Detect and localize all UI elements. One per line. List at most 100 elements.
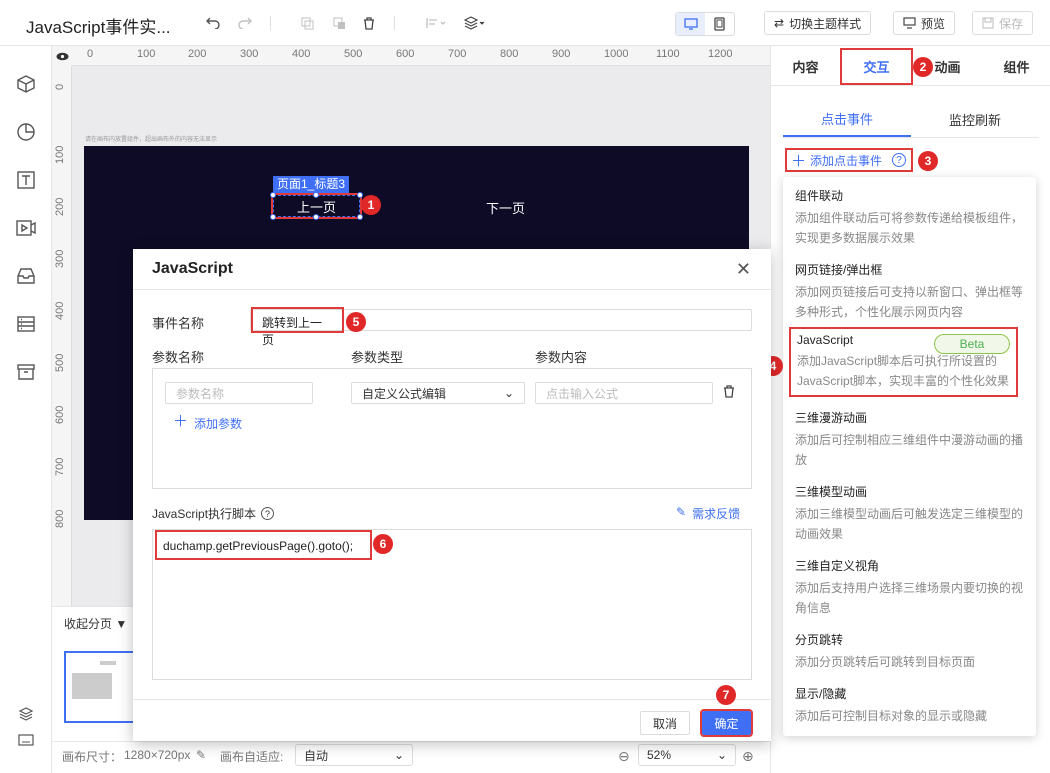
edit-icon[interactable]: ✎ bbox=[196, 748, 206, 762]
tablet-view-icon[interactable] bbox=[705, 13, 734, 35]
resize-handle[interactable] bbox=[357, 192, 363, 198]
subtab-click-event[interactable]: 点击事件 bbox=[783, 102, 911, 137]
canvas-fit-select[interactable]: 自动 ⌄ bbox=[295, 744, 413, 766]
left-sidebar bbox=[0, 46, 52, 773]
menu-item-page-jump[interactable]: 分页跳转 添加分页跳转后可跳转到目标页面 bbox=[795, 631, 1025, 672]
cube-icon[interactable] bbox=[14, 72, 38, 96]
help-icon[interactable]: ? bbox=[892, 153, 907, 167]
ruler-label: 300 bbox=[54, 249, 66, 268]
menu-item-web-link[interactable]: 网页链接/弹出框 添加网页链接后可支持以新窗口、弹出框等多种形式，个性化展示网页… bbox=[795, 261, 1025, 322]
resize-handle[interactable] bbox=[270, 214, 276, 220]
interaction-subtabs: 点击事件 监控刷新 bbox=[783, 102, 1039, 138]
zoom-in-icon[interactable]: ⊕ bbox=[742, 748, 754, 765]
ruler-label: 500 bbox=[54, 353, 66, 372]
menu-item-show-hide[interactable]: 显示/隐藏 添加后可控制目标对象的显示或隐藏 bbox=[795, 685, 1025, 726]
monitor-icon bbox=[903, 17, 916, 29]
close-icon[interactable]: ✕ bbox=[736, 259, 751, 280]
collapse-pages-button[interactable]: 收起分页 ▼ bbox=[64, 615, 127, 632]
divider bbox=[133, 699, 771, 700]
resize-handle[interactable] bbox=[270, 192, 276, 198]
param-type-header: 参数类型 bbox=[351, 350, 404, 365]
keyboard-icon[interactable] bbox=[14, 728, 38, 752]
undo-icon[interactable] bbox=[203, 13, 223, 33]
ruler-label: 1000 bbox=[604, 48, 629, 60]
save-button[interactable]: 保存 bbox=[972, 11, 1034, 35]
media-icon[interactable] bbox=[14, 216, 38, 240]
paste-icon[interactable] bbox=[329, 13, 349, 33]
menu-item-3d-custom-view[interactable]: 三维自定义视角 添加后支持用户选择三维场景内要切换的视角信息 bbox=[795, 557, 1025, 618]
ruler-vertical: 0 100 200 300 400 500 600 700 800 bbox=[52, 66, 72, 606]
canvas-size-label: 画布尺寸： bbox=[62, 750, 123, 764]
help-icon[interactable]: ? bbox=[261, 507, 275, 520]
text-icon[interactable] bbox=[14, 168, 38, 192]
ruler-label: 400 bbox=[292, 48, 311, 60]
step-badge-6: 6 bbox=[373, 534, 393, 554]
trash-icon[interactable] bbox=[723, 385, 735, 401]
zoom-select[interactable]: 52% ⌄ bbox=[638, 744, 736, 766]
switch-theme-button[interactable]: ⇄ 切换主题样式 bbox=[764, 11, 872, 35]
step-badge-1: 1 bbox=[361, 195, 381, 215]
resize-handle[interactable] bbox=[313, 214, 319, 220]
menu-item-javascript[interactable]: JavaScript Beta 添加JavaScript脚本后可执行所设置的Ja… bbox=[789, 327, 1018, 397]
preview-button[interactable]: 预览 bbox=[893, 11, 956, 35]
menu-item-3d-tour[interactable]: 三维漫游动画 添加后可控制相应三维组件中漫游动画的播放 bbox=[795, 409, 1025, 470]
add-param-button[interactable]: ＋ 添加参数 bbox=[173, 413, 242, 432]
ruler-label: 400 bbox=[54, 301, 66, 320]
redo-icon[interactable] bbox=[235, 13, 255, 33]
parameter-list: 参数名称 自定义公式编辑 ⌄ 点击输入公式 ＋ 添加参数 bbox=[152, 368, 752, 489]
ruler-label: 700 bbox=[448, 48, 467, 60]
toolbar-divider bbox=[270, 16, 271, 30]
layers-icon[interactable] bbox=[14, 702, 38, 726]
script-editor[interactable]: duchamp.getPreviousPage().goto(); bbox=[152, 529, 752, 680]
device-view-toggle bbox=[675, 12, 735, 36]
plus-icon: ＋ bbox=[173, 413, 189, 430]
ruler-label: 100 bbox=[54, 145, 66, 164]
event-name-value: 跳转到上一页 bbox=[251, 307, 344, 347]
top-toolbar: JavaScript事件实... ⇄ 切换主题样式 预览 保存 bbox=[0, 0, 1050, 46]
delete-icon[interactable] bbox=[359, 13, 379, 33]
eye-icon[interactable] bbox=[52, 46, 72, 66]
resize-handle[interactable] bbox=[313, 192, 319, 198]
tab-interaction[interactable]: 交互 bbox=[840, 48, 913, 85]
divider bbox=[133, 289, 771, 290]
feedback-link[interactable]: ✎ 需求反馈 bbox=[676, 505, 740, 522]
ruler-label: 700 bbox=[54, 457, 66, 476]
tab-content[interactable]: 内容 bbox=[771, 48, 840, 85]
javascript-dialog: JavaScript ✕ 事件名称 跳转到上一页 参数名称 参数类型 参数内容 … bbox=[133, 249, 771, 741]
param-name-header: 参数名称 bbox=[152, 350, 205, 365]
prev-page-text[interactable]: 上一页 bbox=[270, 192, 363, 220]
align-icon[interactable] bbox=[424, 13, 450, 33]
ruler-label: 800 bbox=[54, 509, 66, 528]
zoom-out-icon[interactable]: ⊖ bbox=[618, 748, 630, 765]
dialog-title: JavaScript bbox=[152, 260, 233, 277]
desktop-view-icon[interactable] bbox=[676, 13, 705, 35]
inbox-icon[interactable] bbox=[14, 264, 38, 288]
ruler-label: 900 bbox=[552, 48, 571, 60]
pie-chart-icon[interactable] bbox=[14, 120, 38, 144]
list-table-icon[interactable] bbox=[14, 312, 38, 336]
subtab-monitor-refresh[interactable]: 监控刷新 bbox=[911, 102, 1039, 137]
toolbar-divider bbox=[394, 16, 395, 30]
copy-icon[interactable] bbox=[297, 13, 317, 33]
next-page-text[interactable]: 下一页 bbox=[486, 198, 525, 217]
archive-icon[interactable] bbox=[14, 360, 38, 384]
caret-down-icon: ▼ bbox=[115, 617, 128, 631]
layer-order-icon[interactable] bbox=[462, 13, 488, 33]
page-thumbnail[interactable] bbox=[64, 651, 136, 723]
ruler-label: 600 bbox=[396, 48, 415, 60]
ruler-label: 600 bbox=[54, 405, 66, 424]
menu-item-component-linkage[interactable]: 组件联动 添加组件联动后可将参数传递给模板组件，实现更多数据展示效果 bbox=[795, 187, 1025, 248]
param-type-select[interactable]: 自定义公式编辑 ⌄ bbox=[351, 382, 525, 404]
cancel-button[interactable]: 取消 bbox=[640, 711, 690, 735]
beta-badge: Beta bbox=[934, 334, 1010, 354]
resize-handle[interactable] bbox=[357, 214, 363, 220]
confirm-button[interactable]: 确定 bbox=[700, 709, 753, 737]
param-name-input[interactable]: 参数名称 bbox=[165, 382, 313, 404]
selection-tag: 页面1_标题3 bbox=[273, 176, 350, 193]
add-click-event-button[interactable]: ＋ 添加点击事件 ? bbox=[785, 148, 913, 172]
ruler-label: 0 bbox=[87, 48, 94, 60]
app-title: JavaScript事件实... bbox=[26, 18, 171, 37]
tab-component[interactable]: 组件 bbox=[982, 48, 1050, 85]
param-content-input[interactable]: 点击输入公式 bbox=[535, 382, 713, 404]
menu-item-3d-model-animation[interactable]: 三维模型动画 添加三维模型动画后可触发选定三维模型的动画效果 bbox=[795, 483, 1025, 544]
